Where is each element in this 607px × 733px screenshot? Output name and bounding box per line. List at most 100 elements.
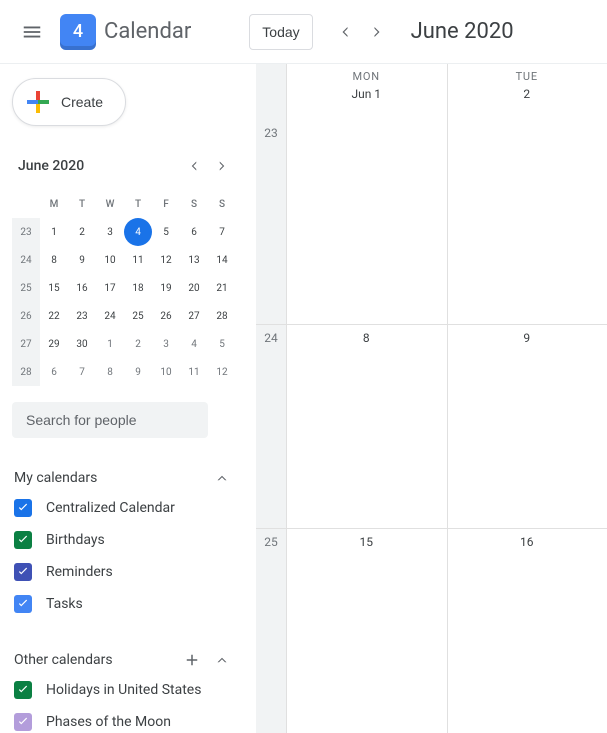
mini-day-cell[interactable]: 5 bbox=[152, 218, 180, 246]
calendar-list-item[interactable]: Phases of the Moon bbox=[12, 706, 236, 733]
grid-week-number: 23 bbox=[256, 120, 286, 324]
main-menu-button[interactable] bbox=[8, 8, 56, 56]
mini-day-cell[interactable]: 4 bbox=[124, 218, 152, 246]
calendar-list-item[interactable]: Birthdays bbox=[12, 524, 236, 556]
mini-day-cell[interactable]: 26 bbox=[152, 302, 180, 330]
grid-date-label: Jun 1 bbox=[286, 87, 447, 101]
chevron-up-icon bbox=[213, 469, 231, 487]
other-calendars-title: Other calendars bbox=[14, 652, 113, 668]
calendar-list-item[interactable]: Holidays in United States bbox=[12, 674, 236, 706]
mini-prev-month-button[interactable] bbox=[180, 152, 208, 180]
mini-day-cell[interactable]: 15 bbox=[40, 274, 68, 302]
mini-day-cell[interactable]: 7 bbox=[208, 218, 236, 246]
mini-day-cell[interactable]: 7 bbox=[68, 358, 96, 386]
my-calendars-header[interactable]: My calendars bbox=[12, 464, 236, 492]
collapse-my-calendars-button[interactable] bbox=[208, 464, 236, 492]
mini-calendar-header: June 2020 bbox=[12, 152, 236, 180]
mini-week-number: 28 bbox=[12, 358, 40, 386]
mini-day-cell[interactable]: 30 bbox=[68, 330, 96, 358]
other-calendars-header[interactable]: Other calendars bbox=[12, 646, 236, 674]
calendar-logo-icon: 4 bbox=[60, 14, 96, 50]
grid-day-cell[interactable]: 15 bbox=[286, 529, 447, 733]
collapse-other-calendars-button[interactable] bbox=[208, 646, 236, 674]
mini-day-cell[interactable]: 11 bbox=[124, 246, 152, 274]
mini-day-cell[interactable]: 10 bbox=[96, 246, 124, 274]
grid-day-cell[interactable] bbox=[447, 120, 607, 324]
mini-day-cell[interactable]: 9 bbox=[124, 358, 152, 386]
grid-day-cell[interactable]: 16 bbox=[447, 529, 607, 733]
mini-day-cell[interactable]: 29 bbox=[40, 330, 68, 358]
prev-period-button[interactable] bbox=[329, 16, 361, 48]
mini-week-number: 27 bbox=[12, 330, 40, 358]
grid-day-cell[interactable] bbox=[286, 120, 447, 324]
chevron-right-icon bbox=[367, 22, 387, 42]
grid-day-header[interactable]: TUE2 bbox=[447, 64, 607, 120]
mini-day-cell[interactable]: 27 bbox=[180, 302, 208, 330]
grid-day-cell[interactable]: 8 bbox=[286, 325, 447, 529]
mini-day-cell[interactable]: 8 bbox=[40, 246, 68, 274]
mini-day-cell[interactable]: 14 bbox=[208, 246, 236, 274]
mini-day-cell[interactable]: 12 bbox=[152, 246, 180, 274]
calendar-checkbox[interactable] bbox=[14, 681, 32, 699]
next-period-button[interactable] bbox=[361, 16, 393, 48]
mini-day-cell[interactable]: 3 bbox=[152, 330, 180, 358]
app-logo: 4 Calendar bbox=[60, 14, 191, 50]
mini-day-cell[interactable]: 13 bbox=[180, 246, 208, 274]
mini-day-cell[interactable]: 24 bbox=[96, 302, 124, 330]
calendar-label: Reminders bbox=[46, 564, 113, 580]
grid-week-number: 24 bbox=[256, 325, 286, 529]
mini-day-cell[interactable]: 25 bbox=[124, 302, 152, 330]
mini-day-cell[interactable]: 28 bbox=[208, 302, 236, 330]
mini-day-cell[interactable]: 2 bbox=[68, 218, 96, 246]
mini-dow: S bbox=[180, 190, 208, 218]
calendar-checkbox[interactable] bbox=[14, 563, 32, 581]
mini-day-cell[interactable]: 22 bbox=[40, 302, 68, 330]
mini-day-cell[interactable]: 3 bbox=[96, 218, 124, 246]
my-calendars-title: My calendars bbox=[14, 470, 97, 486]
app-header: 4 Calendar Today June 2020 bbox=[0, 0, 607, 64]
mini-day-cell[interactable]: 16 bbox=[68, 274, 96, 302]
grid-header-row: MON Jun 1TUE2 bbox=[256, 64, 607, 120]
mini-day-cell[interactable]: 19 bbox=[152, 274, 180, 302]
grid-day-header[interactable]: MON Jun 1 bbox=[286, 64, 447, 120]
mini-dow: T bbox=[124, 190, 152, 218]
mini-week-number: 26 bbox=[12, 302, 40, 330]
mini-day-cell[interactable]: 6 bbox=[180, 218, 208, 246]
mini-day-cell[interactable]: 1 bbox=[40, 218, 68, 246]
mini-day-cell[interactable]: 4 bbox=[180, 330, 208, 358]
current-period-label: June 2020 bbox=[411, 19, 514, 44]
calendar-list-item[interactable]: Tasks bbox=[12, 588, 236, 620]
mini-day-cell[interactable]: 1 bbox=[96, 330, 124, 358]
mini-day-cell[interactable]: 2 bbox=[124, 330, 152, 358]
grid-day-cell[interactable]: 9 bbox=[447, 325, 607, 529]
mini-day-cell[interactable]: 23 bbox=[68, 302, 96, 330]
mini-dow: T bbox=[68, 190, 96, 218]
calendar-list-item[interactable]: Reminders bbox=[12, 556, 236, 588]
calendar-checkbox[interactable] bbox=[14, 595, 32, 613]
mini-day-cell[interactable]: 18 bbox=[124, 274, 152, 302]
grid-dow-label: MON bbox=[286, 70, 447, 83]
mini-day-cell[interactable]: 8 bbox=[96, 358, 124, 386]
mini-day-cell[interactable]: 11 bbox=[180, 358, 208, 386]
mini-day-cell[interactable]: 9 bbox=[68, 246, 96, 274]
calendar-checkbox[interactable] bbox=[14, 499, 32, 517]
calendar-checkbox[interactable] bbox=[14, 531, 32, 549]
other-calendars-list: Holidays in United StatesPhases of the M… bbox=[12, 674, 236, 733]
mini-day-cell[interactable]: 6 bbox=[40, 358, 68, 386]
mini-day-cell[interactable]: 12 bbox=[208, 358, 236, 386]
calendar-checkbox[interactable] bbox=[14, 713, 32, 731]
mini-day-cell[interactable]: 21 bbox=[208, 274, 236, 302]
mini-day-cell[interactable]: 20 bbox=[180, 274, 208, 302]
period-nav bbox=[329, 16, 393, 48]
today-button[interactable]: Today bbox=[249, 14, 312, 50]
mini-day-cell[interactable]: 5 bbox=[208, 330, 236, 358]
create-button[interactable]: Create bbox=[12, 78, 126, 126]
mini-day-cell[interactable]: 10 bbox=[152, 358, 180, 386]
search-people-input[interactable] bbox=[12, 402, 208, 438]
calendar-list-item[interactable]: Centralized Calendar bbox=[12, 492, 236, 524]
mini-calendar-title: June 2020 bbox=[18, 158, 84, 174]
mini-next-month-button[interactable] bbox=[208, 152, 236, 180]
grid-dow-label: TUE bbox=[447, 70, 607, 83]
add-other-calendar-button[interactable] bbox=[178, 646, 206, 674]
mini-day-cell[interactable]: 17 bbox=[96, 274, 124, 302]
